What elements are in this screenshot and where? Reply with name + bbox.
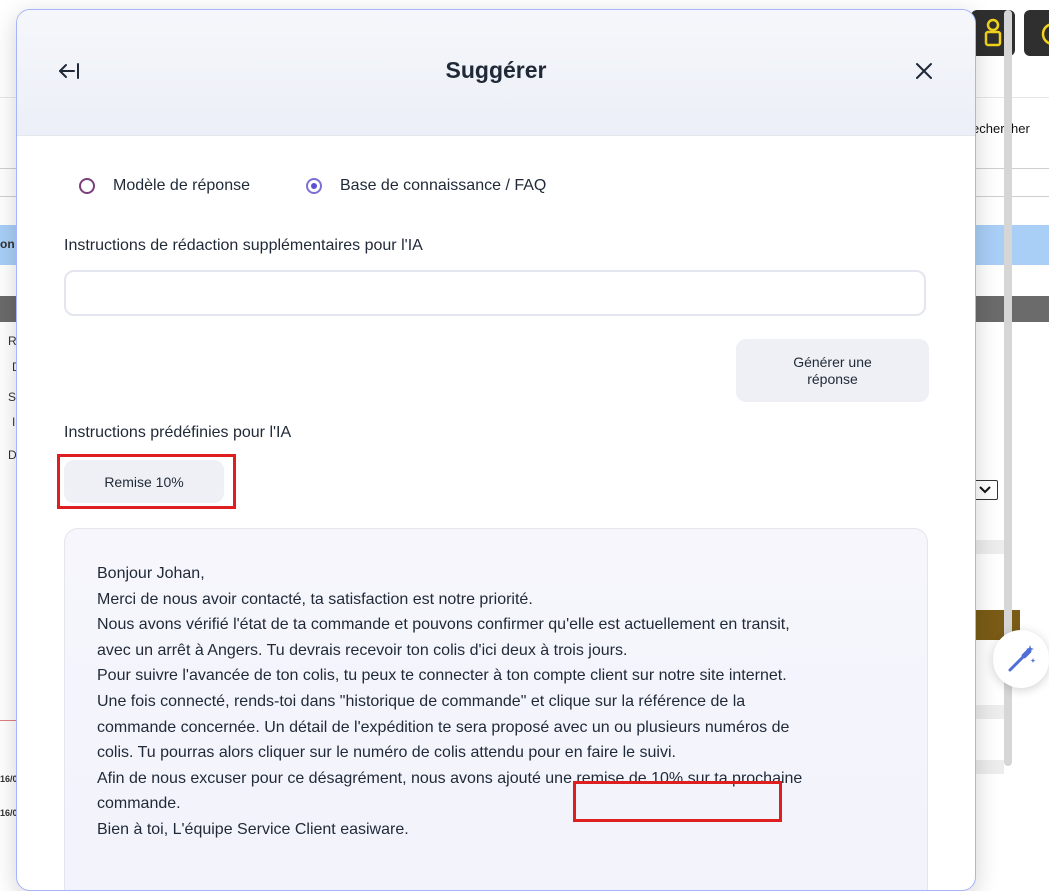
background-date: 16/0	[0, 774, 18, 784]
background-faint-block	[974, 540, 1004, 554]
radio-base-connaissance[interactable]: Base de connaissance / FAQ	[306, 177, 546, 195]
background-letter: S	[8, 390, 17, 404]
modal-header: Suggérer	[17, 10, 975, 136]
radio-modele-reponse[interactable]: Modèle de réponse	[79, 177, 250, 195]
answer-line: Pour suivre l'avancée de ton colis, tu p…	[97, 667, 790, 762]
power-icon	[1041, 23, 1049, 45]
radio-label: Modèle de réponse	[113, 177, 250, 194]
power-icon-button[interactable]	[1024, 10, 1049, 56]
background-faint-block	[974, 705, 1004, 719]
generate-response-label: Générer une réponse	[793, 353, 872, 387]
suggest-modal: Suggérer Modèle de réponse Base de conna…	[16, 9, 976, 891]
close-button[interactable]	[909, 56, 939, 86]
magic-wand-icon	[1008, 645, 1036, 672]
background-letter: I	[12, 415, 16, 429]
modal-title: Suggérer	[445, 57, 547, 83]
red-highlight-box	[57, 454, 236, 509]
red-highlight-box	[573, 781, 782, 822]
answer-line: Bonjour Johan,	[97, 565, 205, 582]
radio-label: Base de connaissance / FAQ	[340, 177, 547, 194]
background-blue-bar-text: on	[0, 237, 15, 251]
answer-line: Nous avons vérifié l'état de ta commande…	[97, 616, 790, 659]
background-search-label[interactable]: echercher	[972, 121, 1030, 136]
answer-line: Merci de nous avoir contacté, ta satisfa…	[97, 590, 533, 608]
extra-instructions-label: Instructions de rédaction supplémentaire…	[64, 237, 423, 254]
background-faint-block	[974, 760, 1004, 774]
generate-response-button[interactable]: Générer une réponse	[736, 339, 929, 402]
close-icon	[916, 63, 932, 79]
radio-button[interactable]	[79, 178, 95, 194]
predefined-instructions-label: Instructions prédéfinies pour l'IA	[64, 424, 292, 441]
chevron-down-icon	[979, 486, 991, 494]
background-date: 16/0	[0, 808, 18, 818]
person-icon	[984, 18, 1002, 47]
magic-wand-button[interactable]	[993, 630, 1049, 688]
extra-instructions-input[interactable]	[64, 270, 926, 316]
background-red-line	[0, 720, 16, 721]
radio-button-checked[interactable]	[306, 178, 322, 194]
